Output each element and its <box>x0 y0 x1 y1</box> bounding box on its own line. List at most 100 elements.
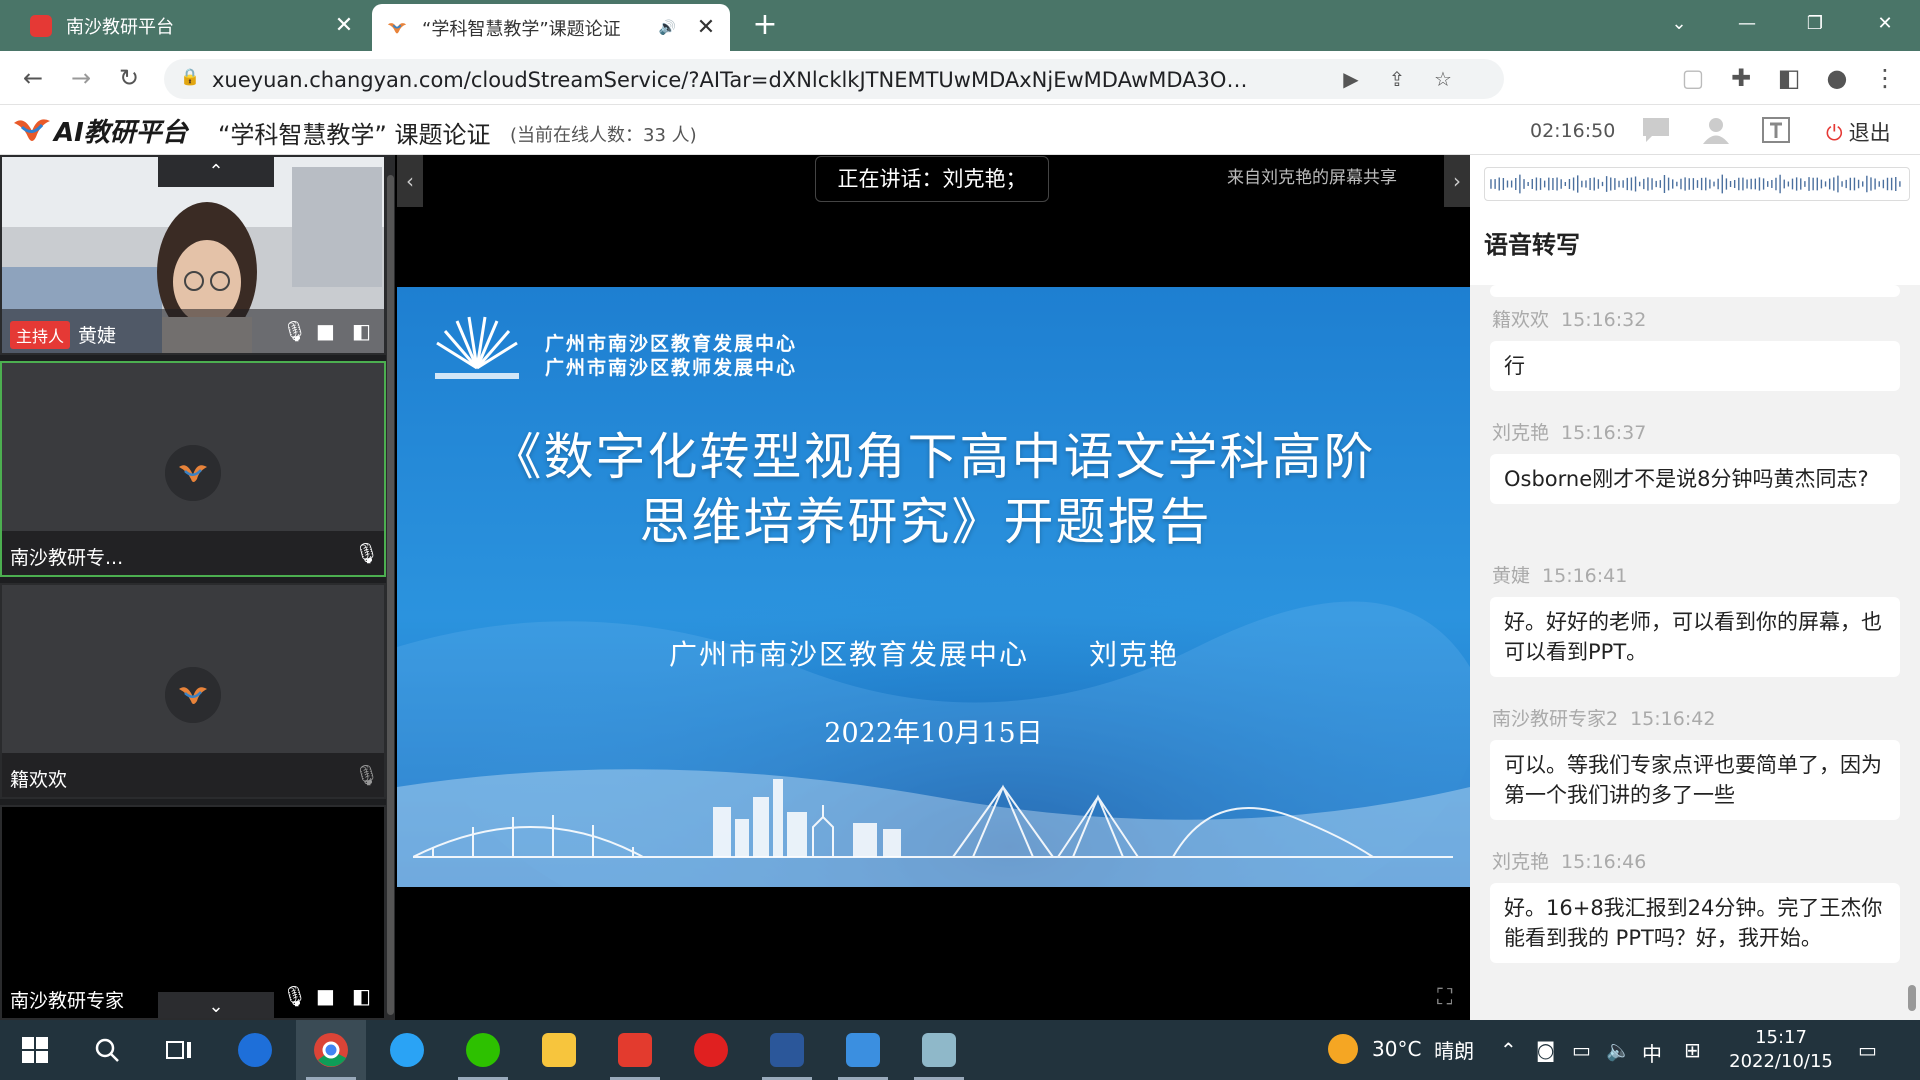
audio-playing-icon[interactable]: 🔊 <box>659 20 676 36</box>
message-header: 刘克艳 15:16:46 <box>1492 847 1646 874</box>
search-icon[interactable] <box>72 1020 142 1080</box>
mic-muted-icon[interactable]: 🎙 <box>354 763 379 787</box>
mic-icon[interactable]: 🎙 <box>282 319 307 343</box>
lock-icon[interactable]: 🔒 <box>180 67 200 86</box>
tab-nansha-platform[interactable]: 南沙教研平台 ✕ <box>0 0 368 51</box>
start-button[interactable] <box>0 1020 70 1080</box>
fullscreen-icon[interactable]: ⛶ <box>1437 985 1452 1010</box>
message-header: 南沙教研专家2 15:16:42 <box>1492 704 1715 731</box>
close-window-icon[interactable]: ✕ <box>1862 6 1908 42</box>
close-tab-icon[interactable]: ✕ <box>332 13 356 38</box>
slide-title-line-1: 《数字化转型视角下高中语文学科高阶 <box>491 428 1376 486</box>
online-count: (当前在线人数：33 人) <box>510 125 697 146</box>
bird-favicon-icon <box>387 22 407 33</box>
word-app-icon[interactable] <box>752 1020 822 1080</box>
participant-tile[interactable]: 南沙教研专家 🎙 ■ ◧ ⌄ <box>0 805 386 1020</box>
browser-toolbar: ← → ↻ 🔒 xueyuan.changyan.com/cloudStream… <box>0 51 1920 105</box>
extension-box-icon[interactable]: ▢ <box>1676 61 1710 95</box>
city-skyline-illustration <box>413 779 1453 858</box>
bird-logo-icon <box>14 119 50 141</box>
message-time: 15:16:37 <box>1561 422 1647 444</box>
message-bubble: 好。好好的老师，可以看到你的屏幕，也可以看到PPT。 <box>1490 597 1900 677</box>
netease-music-icon[interactable] <box>676 1020 746 1080</box>
message-time: 15:16:46 <box>1561 851 1647 873</box>
teaching-app-icon[interactable] <box>828 1020 898 1080</box>
camera-icon[interactable]: ■ <box>316 984 335 1008</box>
mic-icon[interactable]: 🎙 <box>282 984 307 1008</box>
scrollbar-thumb[interactable] <box>387 175 394 1015</box>
qq-browser-icon[interactable] <box>372 1020 442 1080</box>
volume-icon[interactable]: 🔈 <box>1606 1038 1631 1062</box>
address-bar[interactable]: 🔒 xueyuan.changyan.com/cloudStreamServic… <box>164 59 1504 99</box>
weather-widget[interactable]: 30°C 晴朗 <box>1328 1034 1474 1064</box>
slide-date: 2022年10月15日 <box>824 718 1043 749</box>
message-speaker: 籍欢欢 <box>1492 309 1550 331</box>
exit-button[interactable]: ⏻ 退出 <box>1826 117 1891 147</box>
tab-meeting[interactable]: “学科智慧教学”课题论证 🔊 ✕ <box>372 4 730 51</box>
back-icon[interactable]: ← <box>16 61 50 95</box>
collapse-down-button[interactable]: ⌄ <box>158 992 274 1018</box>
battery-icon[interactable]: ▭ <box>1572 1038 1591 1062</box>
layout-icon[interactable]: ◧ <box>352 319 371 343</box>
text-tool-icon[interactable] <box>1760 115 1792 145</box>
taskbar-clock[interactable]: 15:17 2022/10/15 <box>1726 1026 1836 1074</box>
weather-temp: 30°C <box>1372 1037 1422 1061</box>
camera-icon[interactable]: ▶ <box>1338 66 1364 92</box>
forward-icon[interactable]: → <box>64 61 98 95</box>
camera-icon[interactable]: ■ <box>316 319 335 343</box>
participants-icon[interactable] <box>1700 115 1732 145</box>
chat-icon[interactable] <box>1640 115 1672 145</box>
participant-tile[interactable]: 南沙教研专... 🎙 <box>0 361 386 577</box>
notification-icon[interactable]: ▭ <box>1858 1038 1877 1062</box>
stage-left-arrow-icon[interactable]: ‹ <box>397 155 423 207</box>
collapse-up-button[interactable]: ⌃ <box>158 157 274 187</box>
minimize-window-icon[interactable]: — <box>1724 6 1770 42</box>
presenter-name: 刘克艳 <box>1089 638 1180 671</box>
layout-icon[interactable]: ◧ <box>352 984 371 1008</box>
ime-grid-icon[interactable]: ⊞ <box>1684 1038 1701 1062</box>
side-panel-icon[interactable]: ◧ <box>1772 61 1806 95</box>
task-view-icon[interactable] <box>144 1020 214 1080</box>
restore-window-icon[interactable]: ❐ <box>1792 6 1838 42</box>
url-text[interactable]: xueyuan.changyan.com/cloudStreamService/… <box>212 68 1252 92</box>
new-tab-button[interactable]: + <box>748 8 782 42</box>
transcript-scrollbar[interactable] <box>1908 985 1916 1011</box>
participant-scrollbar[interactable] <box>386 155 395 1020</box>
menu-kebab-icon[interactable]: ⋮ <box>1868 61 1902 95</box>
participant-tile[interactable]: 籍欢欢 🎙 <box>0 583 386 799</box>
message-bubble: 好。16+8我汇报到24分钟。完了王杰你能看到我的 PPT吗？好，我开始。 <box>1490 883 1900 963</box>
participant-name: 南沙教研专家 <box>10 990 125 1012</box>
tab-title: 南沙教研平台 <box>66 16 174 38</box>
ime-indicator[interactable]: 中 <box>1642 1038 1662 1067</box>
tray-chevron-icon[interactable]: ⌃ <box>1500 1038 1517 1062</box>
file-explorer-icon[interactable] <box>524 1020 594 1080</box>
tab-search-icon[interactable]: ⌄ <box>1656 6 1702 42</box>
name-bar: 主持人 黄婕 🎙 ■ ◧ <box>2 309 384 353</box>
share-icon[interactable]: ⇪ <box>1384 66 1410 92</box>
sun-icon <box>1328 1034 1358 1064</box>
transcript-message-list: 籍欢欢 15:16:32 行 刘克艳 15:16:37 Osborne刚才不是说8分… <box>1470 285 1920 1020</box>
default-avatar-icon <box>165 445 221 501</box>
notes-app-icon[interactable] <box>904 1020 974 1080</box>
message-header: 黄婕 15:16:41 <box>1492 561 1627 588</box>
clock-time: 15:17 <box>1755 1027 1807 1048</box>
sogou-app-icon[interactable] <box>220 1020 290 1080</box>
extensions-puzzle-icon[interactable]: ✚ <box>1724 61 1758 95</box>
wps-office-icon[interactable] <box>600 1020 670 1080</box>
profile-avatar-icon[interactable]: ● <box>1820 61 1854 95</box>
slide-presenter: 广州市南沙区教育发展中心 刘克艳 <box>669 633 1179 673</box>
chrome-app-icon[interactable] <box>296 1020 366 1080</box>
participant-name: 主持人 黄婕 <box>10 321 116 349</box>
windows-taskbar: 30°C 晴朗 ⌃ ◙ ▭ 🔈 中 ⊞ 15:17 2022/10/15 ▭ <box>0 1020 1920 1080</box>
wechat-app-icon[interactable] <box>448 1020 518 1080</box>
participant-panel: 主持人 黄婕 🎙 ■ ◧ ⌃ 南沙教研专... 🎙 籍欢欢 🎙 南沙教研专家 🎙… <box>0 155 395 1020</box>
reload-icon[interactable]: ↻ <box>112 61 146 95</box>
participant-tile-host[interactable]: 主持人 黄婕 🎙 ■ ◧ ⌃ <box>0 155 386 355</box>
bookmark-star-icon[interactable]: ☆ <box>1430 66 1456 92</box>
close-tab-icon[interactable]: ✕ <box>694 15 718 40</box>
stage-right-arrow-icon[interactable]: › <box>1444 155 1470 207</box>
mic-icon[interactable]: 🎙 <box>354 541 379 565</box>
meeting-title: “学科智慧教学” 课题论证 <box>218 121 491 149</box>
security-tray-icon[interactable]: ◙ <box>1536 1038 1555 1062</box>
screen-share-stage: ‹ › 正在讲话：刘克艳； 来自刘克艳的屏幕共享 广州市南沙区教育发展中心 广州… <box>397 155 1470 1020</box>
